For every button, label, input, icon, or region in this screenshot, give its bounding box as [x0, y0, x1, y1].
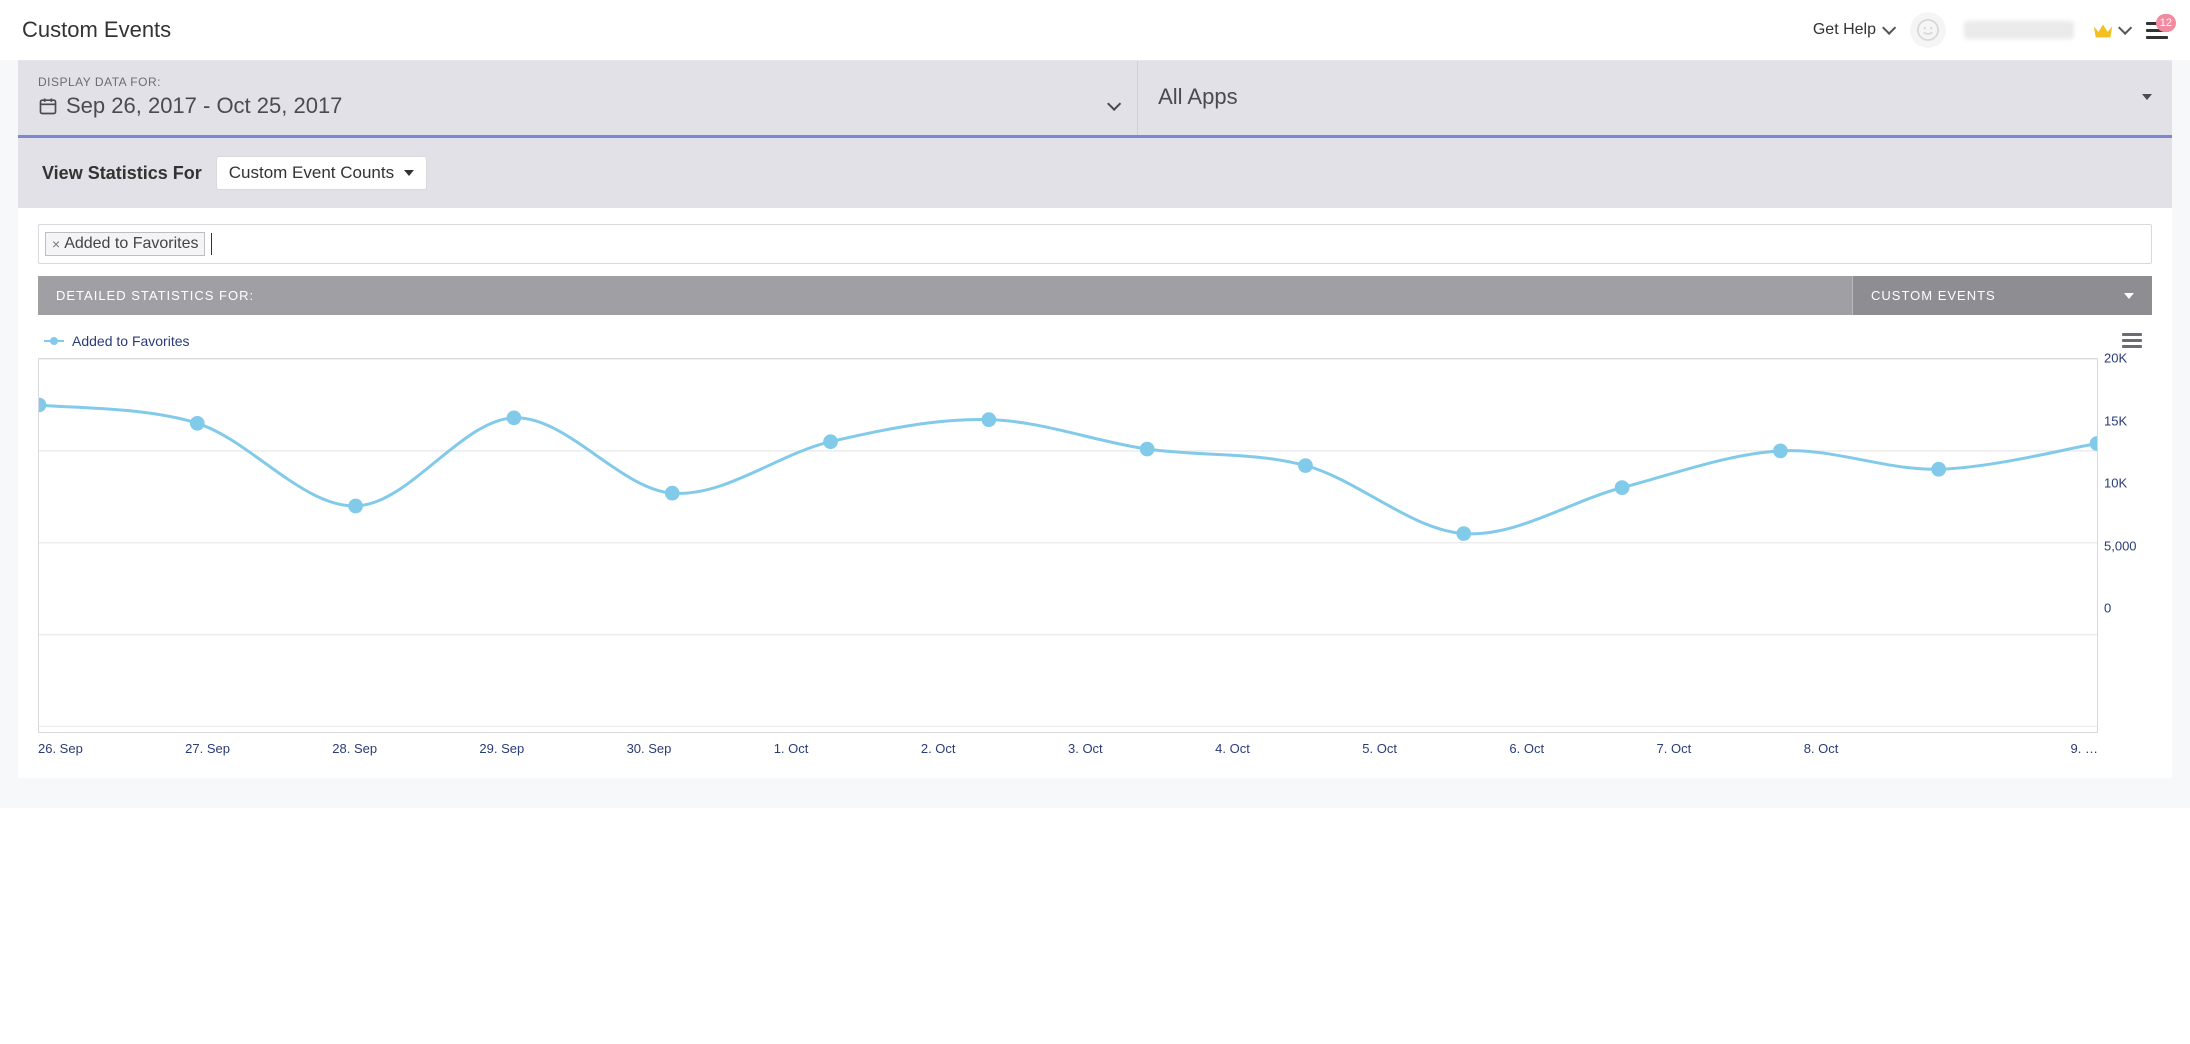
- calendar-icon: [38, 96, 58, 116]
- x-tick-label: 7. Oct: [1657, 741, 1804, 756]
- x-tick-label: 4. Oct: [1215, 741, 1362, 756]
- custom-events-label: CUSTOM EVENTS: [1871, 288, 1996, 303]
- x-tick-label: 30. Sep: [627, 741, 774, 756]
- date-range-filter[interactable]: DISPLAY DATA FOR: Sep 26, 2017 - Oct 25,…: [18, 61, 1138, 135]
- filter-bar: DISPLAY DATA FOR: Sep 26, 2017 - Oct 25,…: [18, 60, 2172, 138]
- smile-icon: [1917, 19, 1939, 41]
- x-tick-label: 2. Oct: [921, 741, 1068, 756]
- y-tick-label: 15K: [2104, 413, 2127, 428]
- y-tick-label: 20K: [2104, 351, 2127, 366]
- chevron-down-icon: [2118, 21, 2132, 35]
- topbar: Custom Events Get Help 12: [0, 0, 2190, 60]
- tag-chip: × Added to Favorites: [45, 232, 205, 256]
- get-help-label: Get Help: [1813, 21, 1876, 39]
- premium-menu[interactable]: [2092, 20, 2128, 40]
- chart-plot-area[interactable]: [38, 358, 2098, 733]
- x-tick-label: 5. Oct: [1362, 741, 1509, 756]
- notification-badge: 12: [2156, 14, 2176, 32]
- chart-x-axis: 26. Sep27. Sep28. Sep29. Sep30. Sep1. Oc…: [38, 741, 2152, 756]
- page-title: Custom Events: [22, 17, 171, 43]
- stats-bar: View Statistics For Custom Event Counts: [18, 138, 2172, 208]
- legend-series-name: Added to Favorites: [72, 333, 190, 349]
- y-tick-label: 10K: [2104, 476, 2127, 491]
- statistics-metric-value: Custom Event Counts: [229, 163, 394, 183]
- chart-context-menu-button[interactable]: [2118, 329, 2146, 352]
- legend-marker-icon: [44, 336, 64, 346]
- event-tag-input[interactable]: × Added to Favorites: [38, 224, 2152, 264]
- y-tick-label: 5,000: [2104, 538, 2137, 553]
- x-tick-label: 29. Sep: [479, 741, 626, 756]
- x-tick-label: 3. Oct: [1068, 741, 1215, 756]
- x-tick-label: 26. Sep: [38, 741, 185, 756]
- x-tick-label: 9. …: [1951, 741, 2098, 756]
- x-tick-label: 27. Sep: [185, 741, 332, 756]
- page-body: DISPLAY DATA FOR: Sep 26, 2017 - Oct 25,…: [0, 60, 2190, 808]
- chart-y-axis: 05,00010K15K20K: [2098, 358, 2152, 608]
- app-filter-value: All Apps: [1158, 84, 1238, 110]
- crown-icon: [2092, 20, 2114, 40]
- username-blurred: [1964, 21, 2074, 39]
- chart-legend[interactable]: Added to Favorites: [44, 333, 190, 349]
- x-tick-label: 28. Sep: [332, 741, 479, 756]
- x-tick-label: 6. Oct: [1509, 741, 1656, 756]
- tag-chip-label: Added to Favorites: [64, 235, 198, 253]
- detail-header: DETAILED STATISTICS FOR: CUSTOM EVENTS: [38, 276, 2152, 315]
- avatar[interactable]: [1910, 12, 1946, 48]
- app-filter[interactable]: All Apps: [1138, 61, 2172, 135]
- x-tick-label: 8. Oct: [1804, 741, 1951, 756]
- view-statistics-label: View Statistics For: [42, 163, 202, 184]
- display-data-label: DISPLAY DATA FOR:: [38, 75, 1117, 89]
- topbar-right: Get Help 12: [1813, 12, 2168, 48]
- custom-events-dropdown[interactable]: CUSTOM EVENTS: [1852, 276, 2152, 315]
- main-panel: × Added to Favorites DETAILED STATISTICS…: [18, 208, 2172, 778]
- chart-zone: Added to Favorites 0 5,000 10K 15K 20K 26. S…: [38, 329, 2152, 756]
- x-tick-label: 1. Oct: [774, 741, 921, 756]
- caret-down-icon: [2142, 94, 2152, 100]
- statistics-metric-select[interactable]: Custom Event Counts: [216, 156, 427, 190]
- remove-tag-button[interactable]: ×: [52, 236, 60, 252]
- date-range-value: Sep 26, 2017 - Oct 25, 2017: [66, 93, 342, 119]
- chevron-down-icon: [1107, 97, 1121, 111]
- get-help-menu[interactable]: Get Help: [1813, 21, 1892, 39]
- chevron-down-icon: [1882, 21, 1896, 35]
- line-chart-svg: [39, 359, 2097, 727]
- text-cursor: [211, 233, 212, 255]
- main-menu-button[interactable]: 12: [2146, 22, 2168, 39]
- detail-statistics-label: DETAILED STATISTICS FOR:: [38, 276, 1852, 315]
- caret-down-icon: [2124, 293, 2134, 299]
- caret-down-icon: [404, 170, 414, 176]
- y-tick-label: 0: [2104, 601, 2111, 616]
